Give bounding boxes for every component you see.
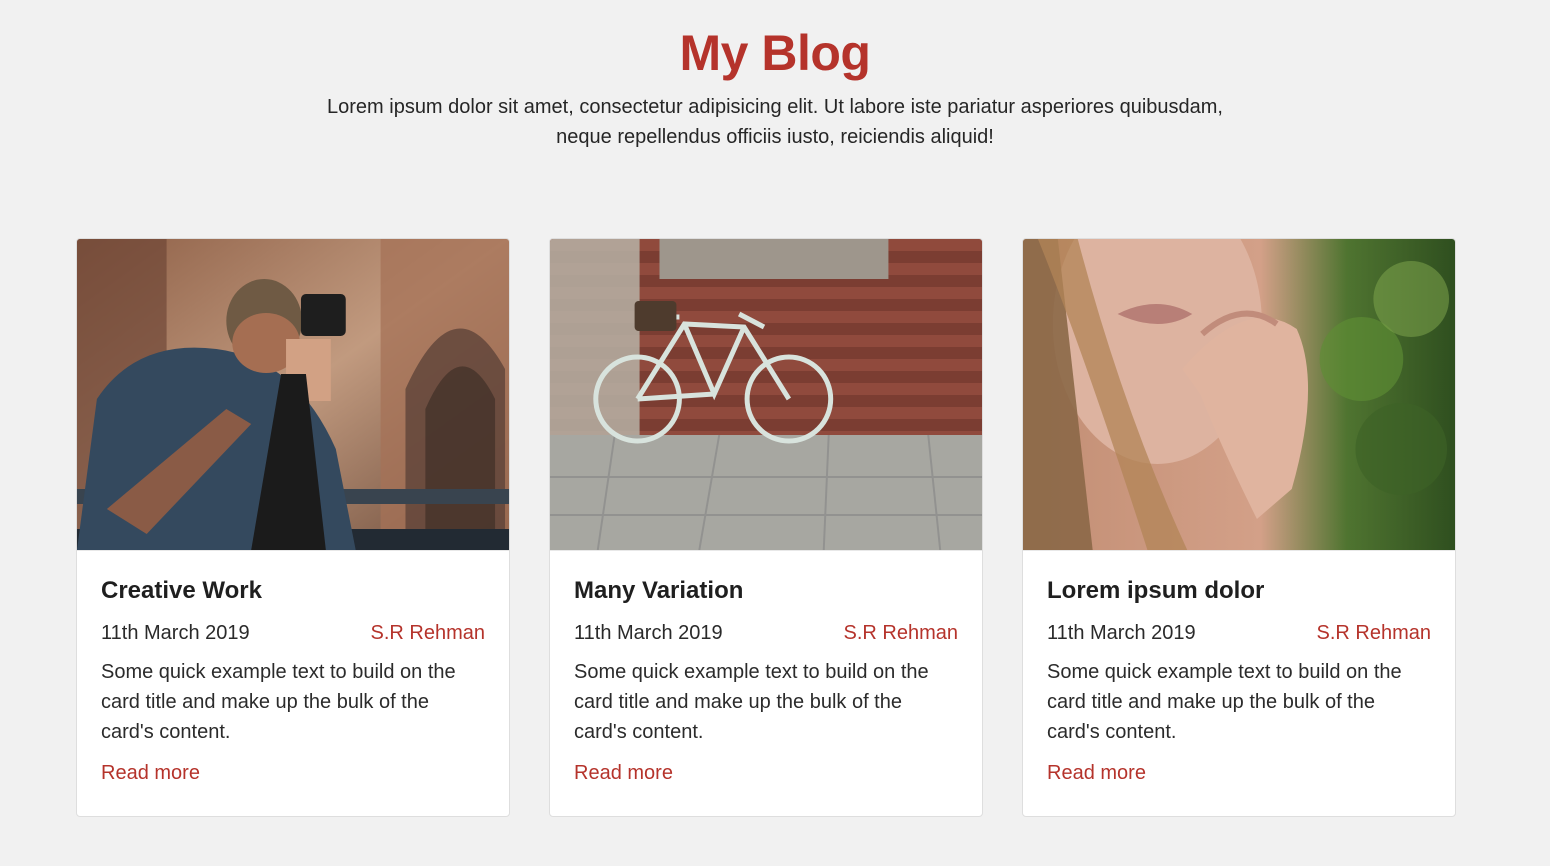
portrait-image — [1023, 239, 1455, 551]
page-title: My Blog — [679, 25, 871, 81]
card-meta: 11th March 2019 S.R Rehman — [574, 619, 958, 647]
card-meta: 11th March 2019 S.R Rehman — [101, 619, 485, 647]
card-body: Creative Work 11th March 2019 S.R Rehman… — [77, 551, 509, 787]
intro-text: Lorem ipsum dolor sit amet, consectetur … — [285, 92, 1265, 152]
card-title: Many Variation — [574, 577, 744, 604]
bicycle-image — [550, 239, 982, 551]
photographer-image-svg — [77, 239, 509, 550]
card-author-link[interactable]: S.R Rehman — [844, 619, 959, 647]
card-excerpt: Some quick example text to build on the … — [574, 661, 929, 743]
blog-card-list: Creative Work 11th March 2019 S.R Rehman… — [76, 238, 1456, 817]
card-author-link[interactable]: S.R Rehman — [1317, 619, 1432, 647]
card-date: 11th March 2019 — [1047, 622, 1196, 644]
card-title: Creative Work — [101, 577, 262, 604]
portrait-image-svg — [1023, 239, 1455, 550]
blog-card-lorem-ipsum: Lorem ipsum dolor 11th March 2019 S.R Re… — [1022, 238, 1456, 817]
card-title: Lorem ipsum dolor — [1047, 577, 1265, 604]
read-more-link[interactable]: Read more — [574, 759, 673, 787]
blog-header: My Blog Lorem ipsum dolor sit amet, cons… — [0, 0, 1550, 152]
bicycle-image-svg — [550, 239, 982, 550]
card-body: Many Variation 11th March 2019 S.R Rehma… — [550, 551, 982, 787]
intro-line-1: Lorem ipsum dolor sit amet, consectetur … — [327, 96, 1223, 118]
read-more-link[interactable]: Read more — [1047, 759, 1146, 787]
card-date: 11th March 2019 — [574, 622, 723, 644]
blog-card-creative-work: Creative Work 11th March 2019 S.R Rehman… — [76, 238, 510, 817]
photographer-image — [77, 239, 509, 551]
card-excerpt: Some quick example text to build on the … — [1047, 661, 1402, 743]
blog-card-many-variation: Many Variation 11th March 2019 S.R Rehma… — [549, 238, 983, 817]
card-meta: 11th March 2019 S.R Rehman — [1047, 619, 1431, 647]
card-excerpt: Some quick example text to build on the … — [101, 661, 456, 743]
card-body: Lorem ipsum dolor 11th March 2019 S.R Re… — [1023, 551, 1455, 787]
card-date: 11th March 2019 — [101, 622, 250, 644]
read-more-link[interactable]: Read more — [101, 759, 200, 787]
card-author-link[interactable]: S.R Rehman — [371, 619, 486, 647]
intro-line-2: neque repellendus officiis iusto, reicie… — [556, 126, 994, 148]
